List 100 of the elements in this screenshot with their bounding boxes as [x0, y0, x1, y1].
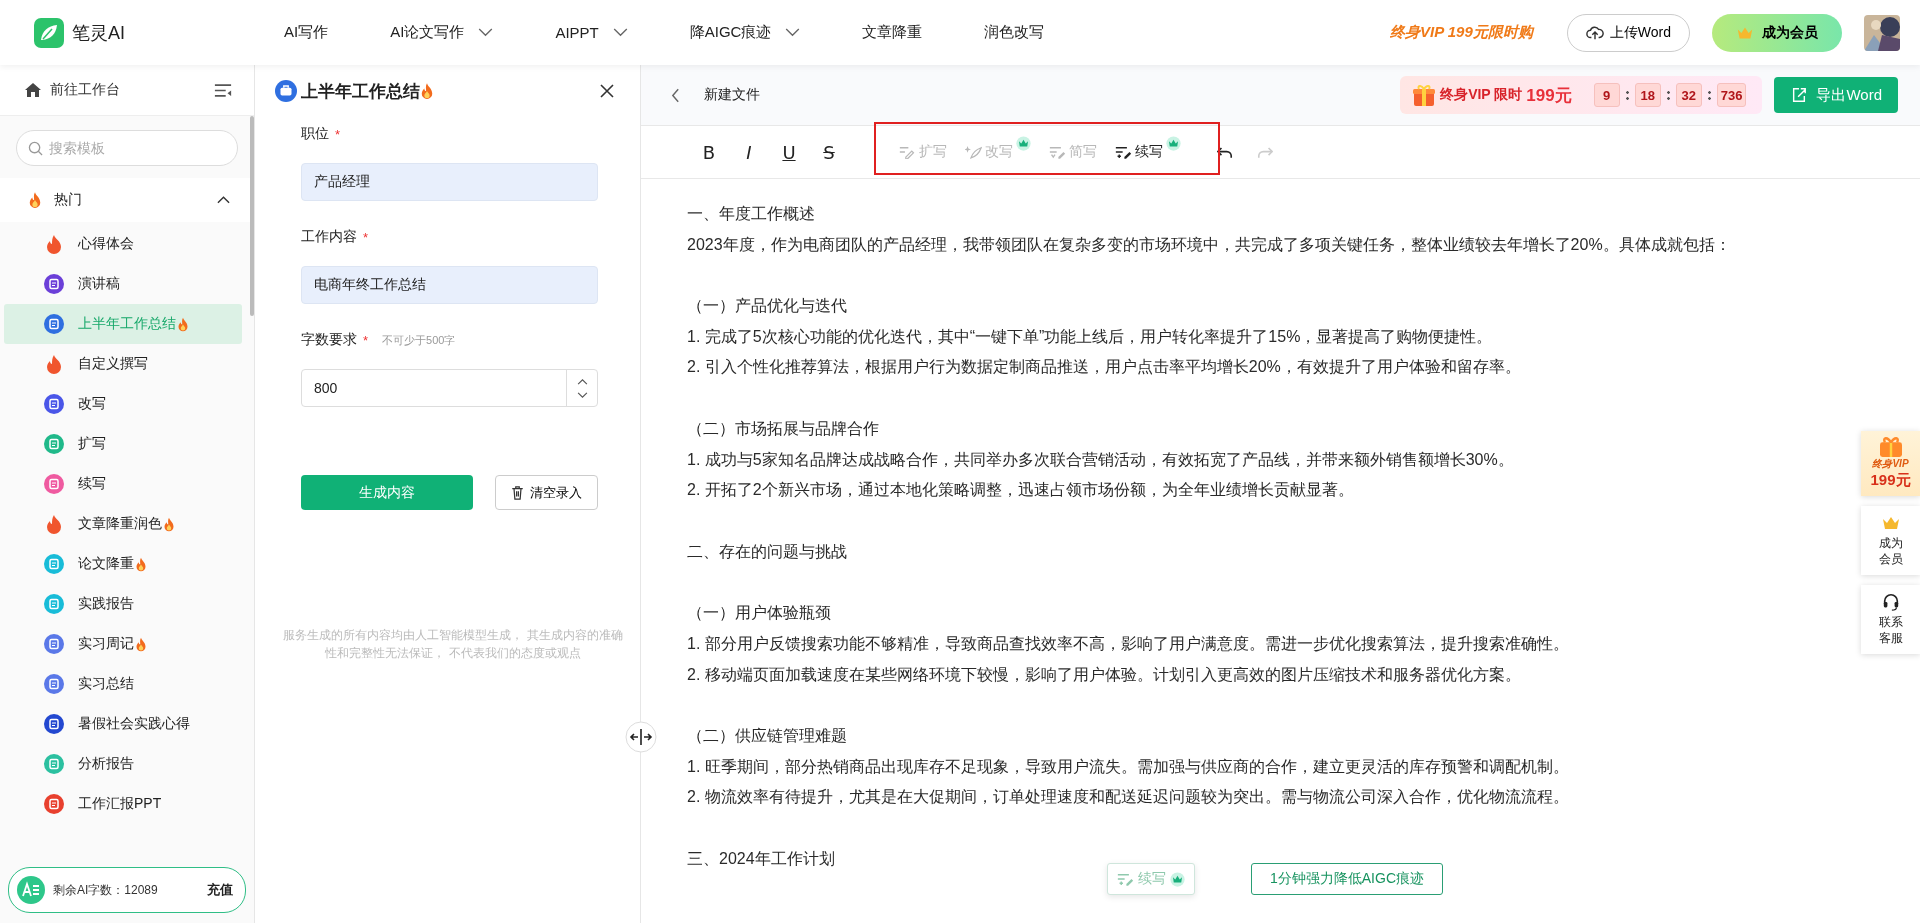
document-text: （一）产品优化与迭代: [687, 296, 847, 317]
remaining-words-text: 剩余AI字数：12089: [53, 881, 158, 899]
required-mark: *: [363, 229, 369, 245]
format-button[interactable]: U: [769, 141, 809, 163]
undo-icon[interactable]: [1217, 145, 1233, 159]
workspace-link[interactable]: 前往工作台: [24, 81, 120, 99]
document-text: 2. 移动端页面加载速度在某些网络环境下较慢，影响了用户体验。计划引入更高效的图片压缩技术和服务器优化方案。: [687, 664, 1521, 685]
sidebar-item[interactable]: 实习周记: [4, 624, 242, 664]
ai-badge-icon: [17, 876, 45, 904]
document-text: 1. 完成了5次核心功能的优化迭代，其中“一键下单”功能上线后，用户转化率提升了15%，显著提高了购物便捷性。: [687, 326, 1493, 347]
sidebar-item[interactable]: 暑假社会实践心得: [4, 704, 242, 744]
flame-icon: [28, 191, 42, 209]
ai-tool-button[interactable]: 续写: [1115, 136, 1181, 168]
countdown-digit: 9: [1593, 83, 1620, 107]
member-widget[interactable]: 成为会员: [1861, 506, 1920, 576]
sidebar-item[interactable]: 扩写: [4, 424, 242, 464]
recharge-link[interactable]: 充值: [207, 881, 233, 899]
form-title: 上半年工作总结: [301, 80, 420, 103]
trash-icon: [511, 485, 524, 500]
required-mark: *: [363, 332, 369, 348]
separator-icon: [1625, 90, 1629, 100]
decrement-icon[interactable]: [576, 391, 588, 399]
sidebar-item[interactable]: 心得体会: [4, 224, 242, 264]
customer-service-widget[interactable]: 联系客服: [1861, 585, 1920, 655]
nav-link[interactable]: 降AIGC痕迹: [689, 23, 801, 42]
document-text: （二）供应链管理难题: [687, 726, 847, 747]
home-icon: [24, 82, 42, 98]
nav-link[interactable]: AIPPT: [555, 23, 628, 42]
number-input[interactable]: 800: [301, 369, 598, 407]
chevron-icon: [217, 196, 230, 204]
export-icon: [1790, 87, 1809, 103]
document-text: 1. 成功与5家知名品牌达成战略合作，共同举办多次联合营销活动，有效拓宽了产品线，并带来额外销售额增长30%。: [687, 449, 1514, 470]
document-text: 2. 引入个性化推荐算法，根据用户行为数据定制商品推送，用户点击率平均增长20%，有效提升了用户体验和留存率。: [687, 357, 1521, 378]
document-text: 1. 旺季期间，部分热销商品出现库存不足现象，导致用户流失。需加强与供应商的合作，建立更灵活的库存预警和调配机制。: [687, 756, 1569, 777]
nav-link[interactable]: 润色改写: [984, 23, 1045, 42]
document-text: （一）用户体验瓶颈: [687, 603, 831, 624]
countdown-digit: 32: [1675, 83, 1702, 107]
separator-icon: [1666, 90, 1670, 100]
sidebar-item[interactable]: 工作汇报PPT: [4, 784, 242, 824]
reduce-aigc-button[interactable]: 1分钟强力降低AIGC痕迹: [1251, 863, 1443, 895]
required-mark: *: [335, 126, 341, 142]
sidebar-item[interactable]: 改写: [4, 384, 242, 424]
increment-icon[interactable]: [576, 377, 588, 385]
sidebar-item[interactable]: 演讲稿: [4, 264, 242, 304]
pen-icon: [899, 145, 916, 159]
nav-link[interactable]: AI写作: [284, 23, 329, 42]
promo-price: 199元: [1526, 84, 1572, 107]
document-text: 1. 部分用户反馈搜索功能不够精准，导致商品查找效率不高，影响了用户满意度。需进一步优化搜索算法，提升搜索准确性。: [687, 633, 1569, 654]
separator-icon: [1707, 90, 1711, 100]
vip-promo-banner[interactable]: 终身VIP 限时 199元 9 18 32 736: [1400, 76, 1763, 114]
document-text: （二）市场拓展与品牌合作: [687, 418, 879, 439]
pen-icon: [1049, 145, 1066, 159]
upload-button[interactable]: 上传Word: [1566, 13, 1690, 52]
sidebar-item[interactable]: 分析报告: [4, 744, 242, 784]
sidebar-item[interactable]: 实习总结: [4, 664, 242, 704]
pen-icon: [1115, 145, 1132, 159]
field-label: 字数要求: [301, 331, 357, 349]
field-hint: 不可少于500字: [382, 332, 456, 348]
clear-button[interactable]: 清空录入: [495, 475, 598, 510]
input-field[interactable]: 电商年终工作总结: [301, 266, 598, 304]
document-text: 2. 物流效率有待提升，尤其是在大促期间，订单处理速度和配送延迟问题较为突出。需与物流公司深入合作，优化物流流程。: [687, 787, 1569, 808]
document-text: 2. 开拓了2个新兴市场，通过本地化策略调整，迅速占领市场份额，为全年业绩增长贡献显著。: [687, 480, 1354, 501]
format-button[interactable]: I: [729, 141, 769, 163]
sidebar-item[interactable]: 自定义撰写: [4, 344, 242, 384]
sidebar-item[interactable]: 文章降重润色: [4, 504, 242, 544]
close-icon[interactable]: [600, 84, 614, 98]
menu-collapse-icon[interactable]: [214, 82, 232, 98]
document-text: 二、存在的问题与挑战: [687, 541, 847, 562]
format-button[interactable]: S: [809, 141, 849, 163]
resize-handle-icon[interactable]: [625, 721, 657, 753]
sidebar-item[interactable]: 论文降重: [4, 544, 242, 584]
sidebar-item[interactable]: 续写: [4, 464, 242, 504]
document-text: 一、年度工作概述: [687, 204, 815, 224]
field-label: 工作内容: [301, 228, 357, 246]
vip-widget[interactable]: 终身VIP 199元: [1861, 431, 1920, 496]
gift-icon: [1412, 83, 1437, 107]
category-label: 热门: [54, 191, 82, 209]
member-button[interactable]: 成为会员: [1712, 13, 1842, 52]
promo-text: 终身VIP 限时: [1440, 86, 1523, 104]
format-button[interactable]: B: [689, 141, 729, 163]
countdown-digit: 736: [1716, 83, 1747, 107]
disclaimer-text: 服务生成的所有内容均由人工智能模型生成， 其生成内容的准确性和完整性无法保证， 不代表我们的态度或观点: [282, 628, 624, 661]
nav-link[interactable]: 文章降重: [862, 23, 923, 42]
input-field[interactable]: 产品经理: [301, 163, 598, 201]
scrollbar[interactable]: [250, 116, 254, 316]
countdown-digit: 18: [1634, 83, 1661, 107]
search-icon: [28, 141, 43, 156]
sidebar-item[interactable]: 实践报告: [4, 584, 242, 624]
brand-name: 笔灵AI: [72, 21, 125, 45]
back-icon[interactable]: [671, 87, 680, 103]
leaf-logo-icon: [34, 17, 64, 48]
nav-link[interactable]: AI论文写作: [390, 23, 494, 42]
pen-icon: [1117, 872, 1134, 886]
cloud-upload-icon: [1585, 24, 1604, 41]
document-text: 2023年度，作为电商团队的产品经理，我带领团队在复杂多变的市场环境中，共完成了多项关键任务，整体业绩较去年增长了20%。具体成就包括：: [687, 234, 1731, 255]
briefcase-icon: [275, 80, 297, 102]
search-field[interactable]: 搜索模板: [16, 130, 238, 166]
document-text: 三、2024年工作计划: [687, 848, 835, 869]
field-label: 职位: [301, 125, 329, 143]
sparkle-pen-icon: [965, 145, 982, 159]
